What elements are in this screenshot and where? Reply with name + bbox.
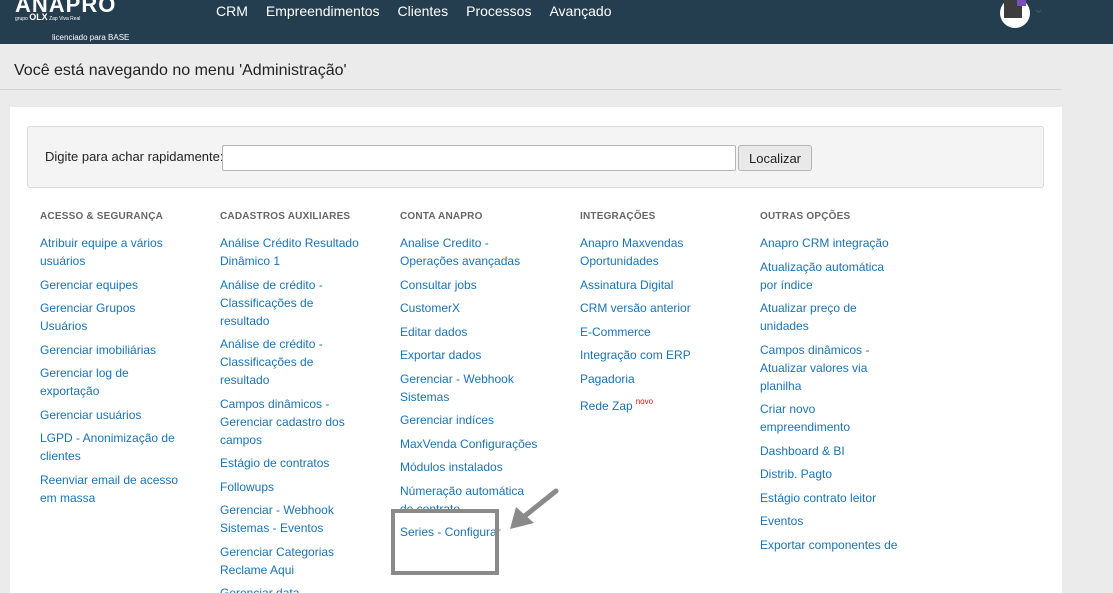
menu-link[interactable]: Campos dinâmicos - Atualizar valores via…	[760, 341, 930, 395]
logo-group-prefix: grupo	[15, 16, 28, 22]
menu-link[interactable]: Exportar dados	[400, 346, 570, 364]
menu-link[interactable]: Integração com ERP	[580, 346, 750, 364]
menu-link[interactable]: MaxVenda Configurações	[400, 435, 570, 453]
menu-link[interactable]: Editar dados	[400, 323, 570, 341]
menu-link[interactable]: Anapro Maxvendas Oportunidades	[580, 234, 750, 270]
menu-link[interactable]: Distrib. Pagto	[760, 465, 930, 483]
menu-link-rede-zap[interactable]: Rede Zap novo	[580, 393, 750, 415]
menu-link[interactable]: Anapro CRM integração	[760, 234, 930, 252]
column-heading: ACESSO & SEGURANÇA	[40, 211, 164, 222]
annotation-arrow-icon	[510, 488, 559, 529]
menu-link[interactable]: Assinatura Digital	[580, 276, 750, 294]
menu-link[interactable]: Gerenciar Categorias Reclame Aqui	[220, 543, 390, 579]
anapro-logo[interactable]: ANAPRO grupo OLX Zap Viva Real licenciad…	[15, 0, 145, 44]
licensed-label: licenciado para BASE	[52, 33, 130, 42]
column-heading: OUTRAS OPÇÕES	[760, 211, 851, 222]
menu-link[interactable]: Gerenciar usuários	[40, 406, 210, 424]
page-title: Você está navegando no menu 'Administraç…	[14, 62, 347, 79]
menu-link[interactable]: Gerenciar equipes	[40, 276, 210, 294]
menu-link[interactable]: Análise de crédito - Classificações de r…	[220, 335, 390, 389]
search-input[interactable]	[222, 145, 736, 171]
menu-link[interactable]: Gerenciar - Webhook Sistemas - Eventos	[220, 501, 390, 537]
menu-link[interactable]: Módulos instalados	[400, 458, 570, 476]
logo-olx: OLX	[29, 12, 48, 22]
avatar-badge	[1017, 0, 1026, 6]
menu-link[interactable]: Análise de crédito - Classificações de r…	[220, 276, 390, 330]
menu-link[interactable]: Reenviar email de acesso em massa	[40, 471, 210, 507]
column-heading: INTEGRAÇÕES	[580, 211, 656, 222]
menu-link[interactable]: Consultar jobs	[400, 276, 570, 294]
column-heading: CONTA ANAPRO	[400, 211, 483, 222]
logo-group-line: grupo OLX Zap Viva Real	[15, 13, 80, 23]
menu-link[interactable]: Pagadoria	[580, 370, 750, 388]
main-nav: CRM Empreendimentos Clientes Processos A…	[216, 3, 629, 19]
menu-link[interactable]: Atualização automática por índice	[760, 258, 930, 294]
menu-link[interactable]: LGPD - Anonimização de clientes	[40, 429, 210, 465]
highlight-annotation-box	[391, 509, 499, 575]
menu-link[interactable]: CustomerX	[400, 299, 570, 317]
menu-link[interactable]: CRM versão anterior	[580, 299, 750, 317]
nav-crm[interactable]: CRM	[216, 3, 248, 19]
new-badge: novo	[635, 397, 654, 406]
menu-link[interactable]: Atualizar preço de unidades	[760, 299, 930, 335]
column-heading: CADASTROS AUXILIARES	[220, 211, 351, 222]
menu-link[interactable]: Análise Crédito Resultado Dinâmico 1	[220, 234, 390, 270]
menu-link[interactable]: Gerenciar indíces	[400, 411, 570, 429]
top-navbar: ANAPRO grupo OLX Zap Viva Real licenciad…	[0, 0, 1113, 44]
menu-link[interactable]: Criar novo empreendimento	[760, 400, 930, 436]
quick-search-bar: Digite para achar rapidamente: Localizar	[27, 126, 1044, 188]
rede-zap-label[interactable]: Rede Zap	[580, 399, 633, 413]
menu-link[interactable]: Exportar componentes de	[760, 536, 930, 554]
column-outras-opcoes: OUTRAS OPÇÕES Anapro CRM integração Atua…	[760, 211, 930, 559]
menu-link[interactable]: Eventos	[760, 512, 930, 530]
column-cadastros-auxiliares: CADASTROS AUXILIARES Análise Crédito Res…	[220, 211, 390, 593]
search-label: Digite para achar rapidamente:	[45, 149, 224, 164]
menu-link[interactable]: Gerenciar log de exportação	[40, 364, 210, 400]
menu-link[interactable]: Gerenciar - Webhook Sistemas	[400, 370, 570, 406]
nav-empreendimentos[interactable]: Empreendimentos	[266, 3, 380, 19]
column-acesso-seguranca: ACESSO & SEGURANÇA Atribuir equipe a vár…	[40, 211, 210, 512]
menu-link[interactable]: Campos dinâmicos - Gerenciar cadastro do…	[220, 395, 390, 449]
nav-clientes[interactable]: Clientes	[398, 3, 449, 19]
chevron-down-icon[interactable]: ⌄	[1033, 1, 1044, 17]
menu-link[interactable]: Gerenciar imobiliárias	[40, 341, 210, 359]
right-gutter	[1063, 44, 1113, 593]
menu-link[interactable]: Estágio de contratos	[220, 454, 390, 472]
column-integracoes: INTEGRAÇÕES Anapro Maxvendas Oportunidad…	[580, 211, 750, 421]
nav-avancado[interactable]: Avançado	[549, 3, 611, 19]
menu-link[interactable]: Dashboard & BI	[760, 442, 930, 460]
logo-group-rest: Zap Viva Real	[49, 16, 81, 22]
localizar-button[interactable]: Localizar	[738, 145, 812, 171]
nav-processos[interactable]: Processos	[466, 3, 531, 19]
divider	[0, 89, 1062, 90]
menu-link[interactable]: Gerenciar Grupos Usuários	[40, 299, 210, 335]
admin-panel: Digite para achar rapidamente: Localizar…	[10, 107, 1062, 593]
menu-link[interactable]: Atribuir equipe a vários usuários	[40, 234, 210, 270]
menu-link[interactable]: Estágio contrato leitor	[760, 489, 930, 507]
menu-link[interactable]: Followups	[220, 478, 390, 496]
user-avatar[interactable]	[1000, 0, 1030, 28]
menu-link[interactable]: Analise Credito - Operações avançadas	[400, 234, 570, 270]
menu-link[interactable]: E-Commerce	[580, 323, 750, 341]
menu-link[interactable]: Gerenciar data	[220, 584, 390, 593]
